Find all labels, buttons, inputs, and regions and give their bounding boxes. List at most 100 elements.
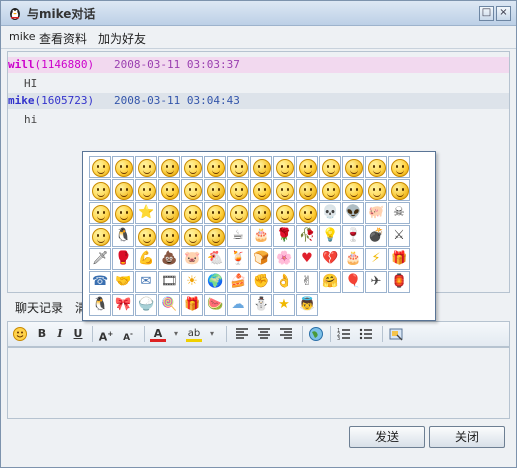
cute-icon[interactable] (273, 179, 295, 201)
laugh-icon[interactable] (296, 156, 318, 178)
broken-heart-icon[interactable]: 💔 (319, 248, 341, 270)
close-window-button[interactable]: × (496, 6, 511, 21)
sword-icon[interactable]: 🗡 (89, 248, 111, 270)
nose-icon[interactable] (135, 225, 157, 247)
emoticon-icon[interactable] (12, 326, 28, 342)
cross-swords-icon[interactable]: ⚔ (388, 225, 410, 247)
lightbulb-icon[interactable]: 💡 (319, 225, 341, 247)
wink-icon[interactable] (273, 156, 295, 178)
arm-icon[interactable]: 💪 (135, 248, 157, 270)
angry-icon[interactable] (250, 156, 272, 178)
flower-icon[interactable]: 🌸 (273, 248, 295, 270)
underline-icon[interactable]: U (70, 326, 86, 342)
cool2-icon[interactable] (365, 156, 387, 178)
wine-icon[interactable]: 🍷 (342, 225, 364, 247)
drink-icon[interactable]: 🍹 (227, 248, 249, 270)
smile-icon[interactable] (89, 156, 111, 178)
send-button[interactable]: 发送 (349, 426, 425, 448)
awkward-icon[interactable] (227, 156, 249, 178)
puke-icon[interactable] (204, 179, 226, 201)
align-left-icon[interactable] (234, 326, 250, 342)
cake2-icon[interactable]: 🎂 (342, 248, 364, 270)
star-face-icon[interactable]: ⭐ (135, 202, 157, 224)
grin2-icon[interactable] (89, 202, 111, 224)
handshake-icon[interactable]: 🤝 (112, 271, 134, 293)
poop-icon[interactable]: 💩 (158, 248, 180, 270)
rose-icon[interactable]: 🌹 (273, 225, 295, 247)
screenshot-icon[interactable] (388, 326, 404, 342)
star-icon[interactable]: ★ (273, 294, 295, 316)
tired-icon[interactable] (342, 179, 364, 201)
numbered-list-icon[interactable]: 123 (336, 326, 352, 342)
wrong-icon[interactable] (296, 179, 318, 201)
love-icon[interactable] (135, 156, 157, 178)
italic-icon[interactable]: I (52, 326, 68, 342)
menu-add-friend[interactable]: 加为好友 (98, 30, 146, 47)
minimize-button[interactable]: □ (479, 6, 494, 21)
clap-icon[interactable] (89, 225, 111, 247)
sun-icon[interactable]: ☀ (181, 271, 203, 293)
cry-icon[interactable] (204, 156, 226, 178)
giggle-icon[interactable] (227, 179, 249, 201)
sweat-icon[interactable] (89, 179, 111, 201)
skull-icon[interactable]: 💀 (319, 202, 341, 224)
scared-icon[interactable] (365, 179, 387, 201)
bread-icon[interactable]: 🍞 (250, 248, 272, 270)
sly-icon[interactable] (181, 225, 203, 247)
highlight-dropdown-icon[interactable]: ▾ (204, 326, 220, 342)
chat-history-link[interactable]: 聊天记录 (15, 299, 63, 316)
cake3-icon[interactable]: 🍰 (227, 271, 249, 293)
jet-icon[interactable]: ✈ (365, 271, 387, 293)
tongue-icon[interactable] (388, 156, 410, 178)
pirate-icon[interactable]: ☠ (388, 202, 410, 224)
shocked-icon[interactable] (135, 179, 157, 201)
lightning-icon[interactable]: ⚡ (365, 248, 387, 270)
gift-icon[interactable]: 🎁 (388, 248, 410, 270)
devil-icon[interactable] (112, 202, 134, 224)
close-button[interactable]: 关闭 (429, 426, 505, 448)
proud-icon[interactable] (227, 202, 249, 224)
shh-icon[interactable] (158, 225, 180, 247)
upset-icon[interactable] (204, 202, 226, 224)
chicken-icon[interactable]: 🐔 (204, 248, 226, 270)
font-color-icon[interactable]: A (150, 326, 166, 342)
font-color-dropdown-icon[interactable]: ▾ (168, 326, 184, 342)
surprised-icon[interactable] (319, 156, 341, 178)
penguin-icon[interactable]: 🐧 (112, 225, 134, 247)
lamp-icon[interactable]: 🏮 (388, 271, 410, 293)
lollipop-icon[interactable]: 🍭 (158, 294, 180, 316)
pig2-icon[interactable] (204, 225, 226, 247)
frown-icon[interactable] (112, 179, 134, 201)
phone-icon[interactable]: ☎ (89, 271, 111, 293)
sleep-icon[interactable] (158, 179, 180, 201)
angel-icon[interactable]: 👼 (296, 294, 318, 316)
highlight-icon[interactable]: ab (186, 326, 202, 342)
watermelon-icon[interactable]: 🍉 (204, 294, 226, 316)
happy-icon[interactable] (250, 179, 272, 201)
shout-icon[interactable] (296, 202, 318, 224)
pig-face-icon[interactable]: 🐷 (181, 248, 203, 270)
sad-icon[interactable] (342, 156, 364, 178)
dizzy-icon[interactable] (181, 179, 203, 201)
v-sign-icon[interactable]: ✌ (296, 271, 318, 293)
globe-icon[interactable] (308, 326, 324, 342)
title-bar[interactable]: 与mike对话 □ × (1, 1, 516, 26)
alien-icon[interactable]: 👽 (342, 202, 364, 224)
earth-icon[interactable]: 🌍 (204, 271, 226, 293)
menu-view-profile[interactable]: 查看资料 (39, 30, 87, 47)
red-eyes-icon[interactable] (250, 202, 272, 224)
cool-icon[interactable] (181, 156, 203, 178)
bomb-icon[interactable]: 💣 (365, 225, 387, 247)
film-icon[interactable]: 🎞 (158, 271, 180, 293)
ghost-icon[interactable]: ⛄ (250, 294, 272, 316)
cloud-icon[interactable]: ☁ (227, 294, 249, 316)
font-size-increase-icon[interactable]: A+ (98, 326, 114, 344)
balloon-icon[interactable]: 🎈 (342, 271, 364, 293)
fist-icon[interactable]: ✊ (250, 271, 272, 293)
cake-icon[interactable]: 🎂 (250, 225, 272, 247)
penguin2-icon[interactable]: 🐧 (89, 294, 111, 316)
ribbon-icon[interactable]: 🎀 (112, 294, 134, 316)
coffee-icon[interactable]: ☕ (227, 225, 249, 247)
align-right-icon[interactable] (278, 326, 294, 342)
font-size-decrease-icon[interactable]: A- (120, 326, 136, 343)
